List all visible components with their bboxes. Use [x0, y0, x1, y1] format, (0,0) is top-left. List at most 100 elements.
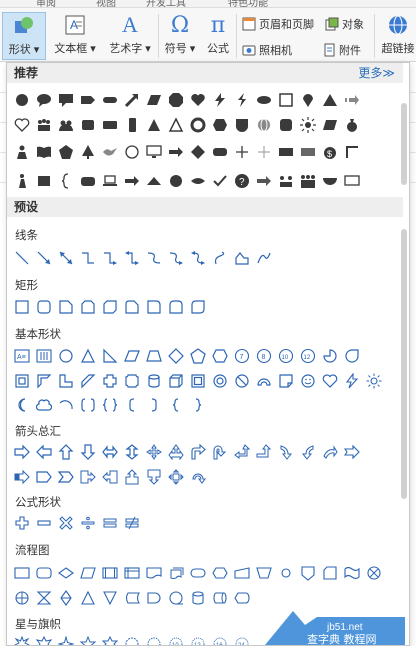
camera-button[interactable]: 照相机 — [242, 42, 292, 58]
scribble-shape[interactable] — [253, 247, 275, 269]
right-brace-shape[interactable] — [187, 394, 209, 416]
flow-process-shape[interactable] — [11, 562, 33, 584]
plus-light-shape[interactable] — [253, 141, 275, 163]
elbow-double-arrow-shape[interactable] — [121, 247, 143, 269]
lightning-shape[interactable] — [209, 89, 231, 111]
chevron-shape[interactable] — [55, 466, 77, 488]
plaque-shape[interactable] — [121, 370, 143, 392]
right-arrow-dark-shape[interactable] — [121, 170, 143, 192]
math-divide-shape[interactable] — [77, 512, 99, 534]
flow-manual-input-shape[interactable] — [231, 562, 253, 584]
isosceles-triangle-shape[interactable] — [77, 345, 99, 367]
sun-outline-shape[interactable] — [363, 370, 385, 392]
flow-sort-shape[interactable] — [55, 587, 77, 609]
math-minus-shape[interactable] — [33, 512, 55, 534]
round-same-side-rect-shape[interactable] — [165, 296, 187, 318]
flow-display-shape[interactable] — [231, 587, 253, 609]
curve-shape[interactable] — [209, 247, 231, 269]
attachment-button[interactable]: 附件 — [322, 42, 361, 58]
half-frame-shape[interactable] — [33, 370, 55, 392]
globe-shape[interactable] — [253, 114, 275, 136]
elbow-arrow-connector-shape[interactable] — [99, 247, 121, 269]
snip-same-side-rect-shape[interactable] — [77, 296, 99, 318]
rounded-bar-shape[interactable] — [99, 89, 121, 111]
rounded-rectangle-shape[interactable] — [33, 296, 55, 318]
recommended-scrollbar[interactable] — [401, 103, 407, 185]
tree-shape[interactable] — [77, 141, 99, 163]
flow-terminator-shape[interactable] — [187, 562, 209, 584]
monitor-shape[interactable] — [143, 141, 165, 163]
shield-shape[interactable] — [231, 114, 253, 136]
octagon-outline-shape[interactable]: 8 — [253, 345, 275, 367]
flow-preparation-shape[interactable] — [209, 562, 231, 584]
curved-left-arrow-shape[interactable] — [297, 441, 319, 463]
people-group-shape[interactable] — [33, 114, 55, 136]
diagonal-stripe-shape[interactable] — [77, 370, 99, 392]
explosion-shape[interactable] — [11, 633, 33, 645]
flow-card-shape[interactable] — [319, 562, 341, 584]
pentagon-arrow-shape[interactable] — [77, 89, 99, 111]
hexagon-outline-shape[interactable] — [209, 345, 231, 367]
left-right-arrow-shape[interactable] — [99, 441, 121, 463]
tab-developer[interactable]: 开发工具 — [146, 0, 186, 7]
screen-shape[interactable] — [341, 170, 363, 192]
arc-shape[interactable] — [55, 394, 77, 416]
circular-arrow-shape[interactable] — [187, 466, 209, 488]
notched-right-arrow-shape[interactable] — [341, 441, 363, 463]
explosion-2-shape[interactable] — [33, 633, 55, 645]
snip-diagonal-rect-shape[interactable] — [99, 296, 121, 318]
star-4-shape[interactable] — [55, 633, 77, 645]
flow-document-shape[interactable] — [143, 562, 165, 584]
pie-shape[interactable] — [319, 345, 341, 367]
frame-shape[interactable] — [11, 370, 33, 392]
pentagon-outline-shape[interactable] — [187, 345, 209, 367]
money-bag-shape[interactable] — [341, 114, 363, 136]
arrow-line-shape[interactable] — [33, 247, 55, 269]
diamond-shape[interactable] — [187, 141, 209, 163]
rounded-rect-shape[interactable] — [77, 114, 99, 136]
math-multiply-shape[interactable] — [55, 512, 77, 534]
donut-shape[interactable] — [187, 114, 209, 136]
up-arrowhead-shape[interactable] — [143, 170, 165, 192]
donut-outline-shape[interactable] — [209, 370, 231, 392]
flow-extract-shape[interactable] — [77, 587, 99, 609]
ellipse-shape[interactable] — [253, 89, 275, 111]
presets-scrollbar[interactable] — [401, 229, 407, 499]
right-arrow-callout-shape[interactable] — [77, 466, 99, 488]
bent-arrow-shape[interactable] — [187, 441, 209, 463]
quad-arrow-callout-shape[interactable] — [165, 466, 187, 488]
smiley-face-shape[interactable] — [297, 370, 319, 392]
shape-button[interactable]: 形状 ▾ — [2, 12, 46, 60]
folded-corner-shape[interactable] — [275, 370, 297, 392]
flow-internal-storage-shape[interactable] — [121, 562, 143, 584]
double-brace-shape[interactable] — [99, 394, 121, 416]
flow-predefined-process-shape[interactable] — [99, 562, 121, 584]
rect-dark-shape[interactable] — [275, 141, 297, 163]
flow-sequential-storage-shape[interactable] — [165, 587, 187, 609]
striped-right-arrow-shape[interactable] — [11, 466, 33, 488]
flow-punched-tape-shape[interactable] — [341, 562, 363, 584]
flow-alternate-process-shape[interactable] — [33, 562, 55, 584]
text-box-shape[interactable]: A≡ — [11, 345, 33, 367]
team-meeting-shape[interactable] — [275, 170, 297, 192]
heart-shape[interactable] — [187, 89, 209, 111]
star-6-shape[interactable] — [99, 633, 121, 645]
phone-shape[interactable] — [121, 114, 143, 136]
triangle-shape[interactable] — [319, 89, 341, 111]
flow-multidocument-shape[interactable] — [165, 562, 187, 584]
tablet-shape[interactable] — [99, 114, 121, 136]
slant-rect-shape[interactable] — [319, 114, 341, 136]
hyperlink-button[interactable]: 超链接 — [378, 12, 416, 56]
left-bracket-shape[interactable] — [121, 394, 143, 416]
heart-outline-blue-shape[interactable] — [319, 370, 341, 392]
bevel-shape[interactable] — [187, 370, 209, 392]
lightning-bolt-shape[interactable] — [231, 89, 253, 111]
bird-shape[interactable] — [99, 141, 121, 163]
rect-callout-shape[interactable] — [55, 89, 77, 111]
trapezoid-shape[interactable] — [143, 345, 165, 367]
flow-offpage-connector-shape[interactable] — [297, 562, 319, 584]
striped-arrow-shape[interactable] — [341, 89, 363, 111]
brace-shape[interactable] — [55, 170, 77, 192]
cloud-shape[interactable] — [33, 394, 55, 416]
star-12-shape[interactable]: 12 — [187, 633, 209, 645]
